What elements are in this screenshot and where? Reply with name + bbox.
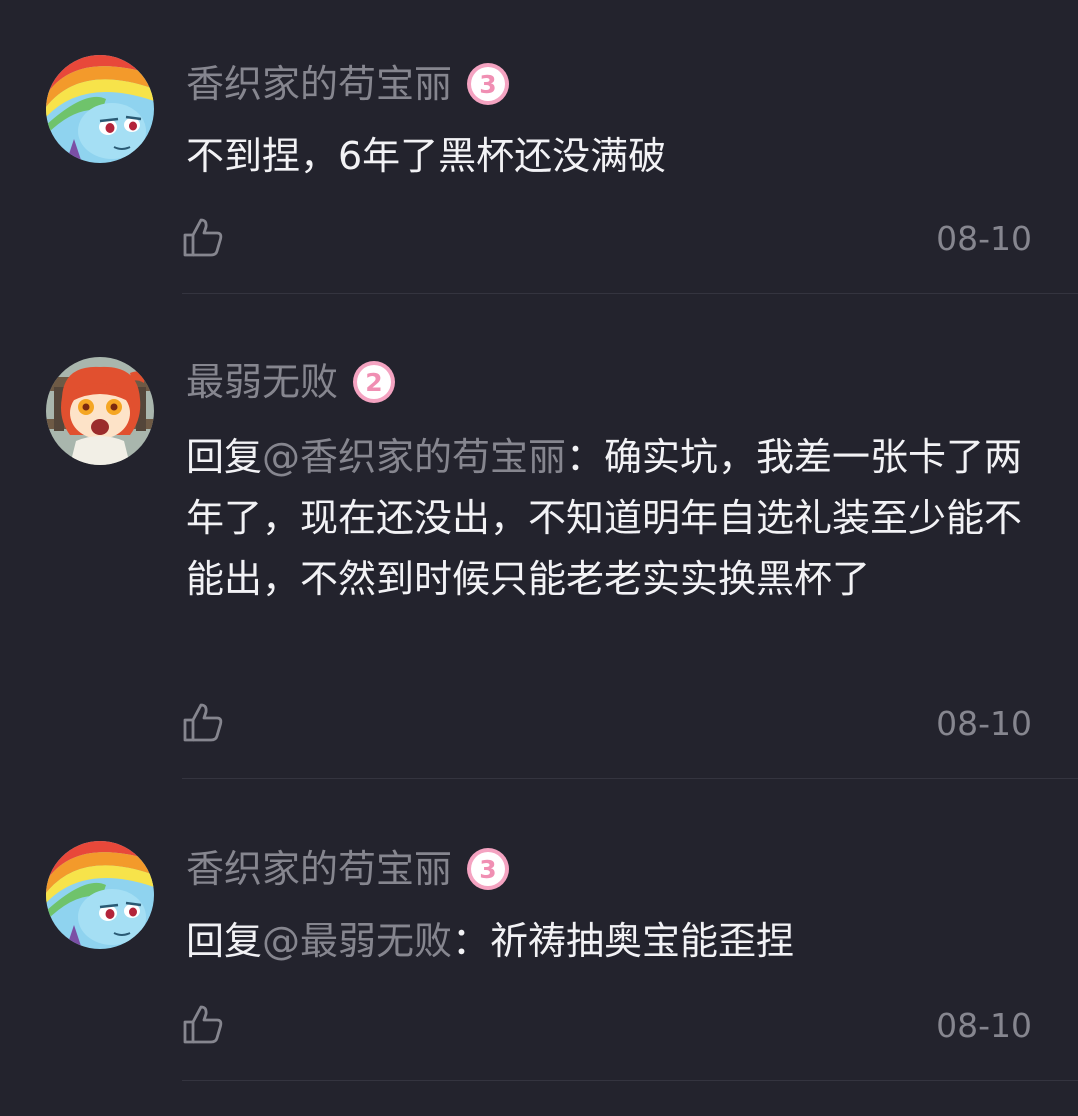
like-button[interactable] [182, 216, 224, 258]
like-button[interactable] [182, 701, 224, 743]
like-button[interactable] [182, 1003, 224, 1045]
comment-header: 最弱无败 2 [186, 357, 396, 407]
username[interactable]: 最弱无败 [186, 357, 338, 407]
comment-date: 08-10 [936, 219, 1032, 258]
level-badge-icon: 3 [467, 848, 510, 890]
comment-header: 香织家的苟宝丽 3 [186, 844, 510, 894]
user-avatar[interactable] [46, 841, 154, 949]
divider [182, 293, 1078, 294]
comment-date: 08-10 [936, 704, 1032, 743]
comment-text: 回复@最弱无败：祈祷抽奥宝能歪捏 [186, 919, 795, 963]
comment-header: 香织家的苟宝丽 3 [186, 59, 510, 109]
thumbs-up-icon [183, 703, 223, 742]
svg-text:3: 3 [479, 70, 496, 99]
divider [182, 778, 1078, 779]
comment-date: 08-10 [936, 1006, 1032, 1045]
svg-text:3: 3 [479, 855, 496, 884]
comment-text: 不到捏，6年了黑杯还没满破 [186, 134, 667, 178]
username[interactable]: 香织家的苟宝丽 [186, 59, 452, 109]
mention-link[interactable]: @最弱无败 [262, 919, 452, 963]
level-badge-icon: 3 [467, 63, 510, 105]
svg-text:2: 2 [365, 368, 382, 397]
user-avatar[interactable] [46, 55, 154, 163]
comment-text: 回复@香织家的苟宝丽：确实坑，我差一张卡了两年了，现在还没出，不知道明年自选礼装… [186, 435, 1023, 601]
mention-link[interactable]: @香织家的苟宝丽 [262, 435, 566, 479]
user-avatar[interactable] [46, 357, 154, 465]
divider [182, 1080, 1078, 1081]
thumbs-up-icon [183, 218, 223, 257]
level-badge-icon: 2 [353, 361, 396, 403]
thumbs-up-icon [183, 1005, 223, 1044]
username[interactable]: 香织家的苟宝丽 [186, 844, 452, 894]
